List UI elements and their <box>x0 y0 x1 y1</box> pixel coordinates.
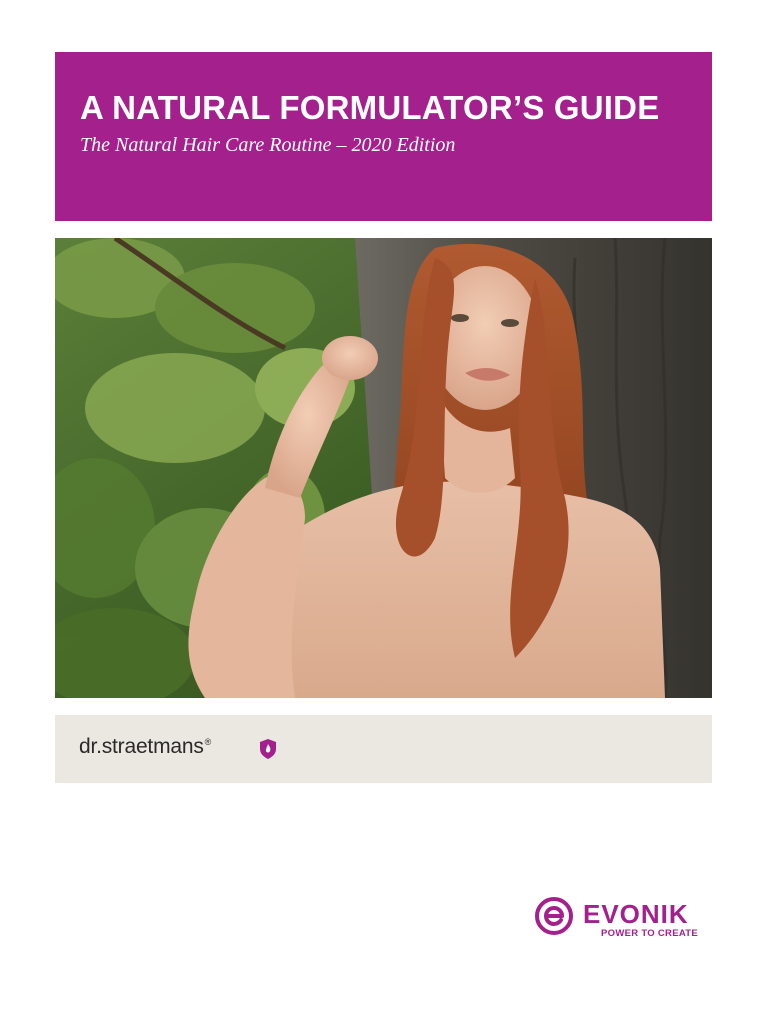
evonik-tagline: POWER TO CREATE <box>601 928 699 939</box>
registered-mark: ® <box>204 737 212 747</box>
evonik-e-icon <box>535 897 573 935</box>
evonik-wordmark: EVONIK <box>583 899 689 929</box>
hero-photo <box>55 238 712 698</box>
brand-bar: dr.straetmans® <box>55 715 712 783</box>
brand-name-text: dr.straetmans <box>79 735 204 758</box>
document-title: A NATURAL FORMULATOR’S GUIDE <box>80 89 660 126</box>
brand-name: dr.straetmans® <box>79 735 211 759</box>
document-subtitle: The Natural Hair Care Routine – 2020 Edi… <box>80 134 456 156</box>
title-banner: A NATURAL FORMULATOR’S GUIDE The Natural… <box>55 52 712 221</box>
shield-flame-icon <box>260 739 276 759</box>
evonik-logo: EVONIK POWER TO CREATE <box>535 897 705 941</box>
